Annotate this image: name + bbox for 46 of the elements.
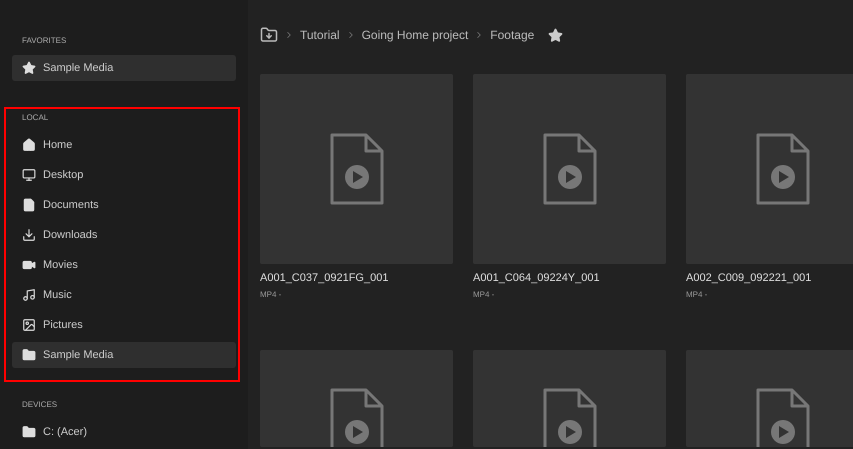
file-icon xyxy=(22,198,36,212)
sidebar-item[interactable]: Sample Media xyxy=(12,342,236,368)
breadcrumb-item[interactable]: Going Home project xyxy=(362,28,468,42)
video-icon xyxy=(22,258,36,272)
section-title: FAVORITES xyxy=(21,36,68,47)
section-title: LOCAL xyxy=(21,113,50,124)
star-icon xyxy=(22,61,36,75)
file-thumbnail[interactable] xyxy=(473,350,666,447)
sidebar-item[interactable]: Music xyxy=(12,282,236,308)
sidebar-item[interactable]: Desktop xyxy=(12,162,236,188)
file-type: MP4 - xyxy=(686,290,708,299)
video-file-icon xyxy=(542,132,598,206)
file-name: A001_C064_09224Y_001 xyxy=(473,272,601,284)
folder-icon xyxy=(22,348,36,362)
file-name: A002_C009_092221_001 xyxy=(686,272,812,284)
sidebar-item[interactable]: Movies xyxy=(12,252,236,278)
breadcrumb-item[interactable]: Tutorial xyxy=(300,28,340,42)
file-thumbnail[interactable] xyxy=(686,350,853,447)
sidebar-item[interactable]: Documents xyxy=(12,192,236,218)
file-thumbnail[interactable] xyxy=(260,350,453,447)
music-icon xyxy=(22,288,36,302)
file-type: MP4 - xyxy=(260,290,282,299)
file-name: A001_C037_0921FG_001 xyxy=(260,272,390,284)
folder-icon xyxy=(22,425,36,439)
video-file-icon xyxy=(328,132,384,206)
folder-icon[interactable] xyxy=(260,26,278,44)
video-file-icon xyxy=(328,387,384,447)
video-file-icon xyxy=(542,387,598,447)
sidebar-item[interactable]: C: (Acer) xyxy=(12,419,236,445)
sidebar-item[interactable]: Downloads xyxy=(12,222,236,248)
sidebar-item[interactable]: Sample Media xyxy=(12,55,236,81)
download-icon xyxy=(22,228,36,242)
file-thumbnail[interactable] xyxy=(686,74,853,264)
video-file-icon xyxy=(754,387,810,447)
file-type: MP4 - xyxy=(473,290,496,299)
star-icon[interactable] xyxy=(548,28,564,42)
sidebar-item[interactable]: Home xyxy=(12,132,236,158)
file-thumbnail[interactable] xyxy=(473,74,666,264)
home-icon xyxy=(22,138,36,152)
breadcrumb-item[interactable]: Footage xyxy=(490,28,534,42)
file-thumbnail[interactable] xyxy=(260,74,453,264)
image-icon xyxy=(22,318,36,332)
sidebar-item[interactable]: Pictures xyxy=(12,312,236,338)
video-file-icon xyxy=(754,132,810,206)
monitor-icon xyxy=(22,168,36,182)
section-title: DEVICES xyxy=(21,400,58,411)
